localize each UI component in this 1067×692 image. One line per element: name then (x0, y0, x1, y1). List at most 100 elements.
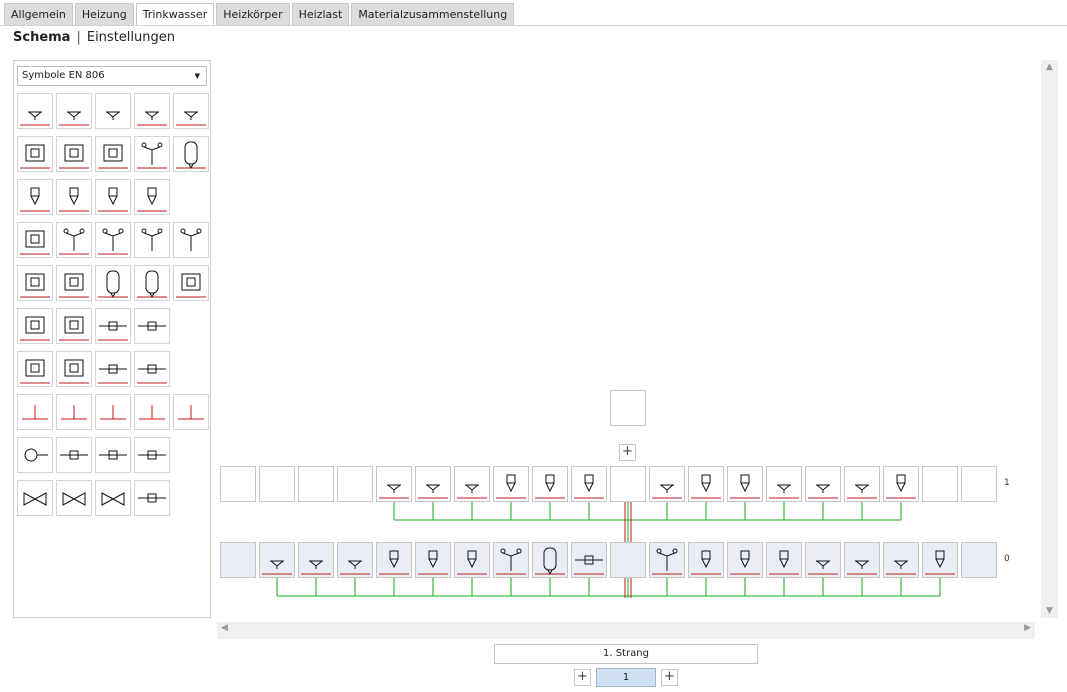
palette-symbol[interactable] (95, 437, 131, 473)
palette-symbol[interactable] (95, 93, 131, 129)
palette-symbol[interactable] (56, 179, 92, 215)
schema-cell-empty[interactable] (961, 542, 997, 578)
palette-symbol[interactable] (95, 308, 131, 344)
schema-cell-washbasin[interactable] (337, 542, 373, 578)
palette-symbol[interactable] (134, 437, 170, 473)
schema-cell-empty[interactable] (337, 466, 373, 502)
horizontal-scrollbar[interactable]: ◀ ▶ (217, 622, 1035, 639)
palette-symbol[interactable] (95, 222, 131, 258)
schema-cell-washbasin[interactable] (415, 466, 451, 502)
schema-cell-empty[interactable] (259, 466, 295, 502)
schema-cell-bidet[interactable] (727, 466, 763, 502)
schema-cell-wc[interactable] (493, 466, 529, 502)
schema-cell-washbasin[interactable] (805, 466, 841, 502)
palette-symbol[interactable] (95, 480, 131, 516)
vertical-scrollbar[interactable]: ▲ ▼ (1041, 60, 1058, 618)
tab-allgemein[interactable]: Allgemein (4, 3, 73, 26)
palette-symbol[interactable] (173, 136, 209, 172)
schema-cell-riser[interactable] (610, 466, 646, 502)
schema-cell-shower[interactable] (649, 542, 685, 578)
palette-symbol[interactable] (134, 265, 170, 301)
palette-symbol[interactable] (134, 136, 170, 172)
palette-symbol[interactable] (17, 265, 53, 301)
schema-cell-washbasin[interactable] (298, 542, 334, 578)
palette-symbol[interactable] (95, 394, 131, 430)
palette-symbol[interactable] (173, 265, 209, 301)
palette-symbol[interactable] (134, 93, 170, 129)
settings-link[interactable]: Einstellungen (87, 30, 175, 45)
palette-symbol[interactable] (56, 308, 92, 344)
schema-cell-wc[interactable] (376, 542, 412, 578)
scroll-right-icon[interactable]: ▶ (1024, 623, 1031, 633)
schema-cell-washbasin[interactable] (844, 542, 880, 578)
schema-cell-shower[interactable] (493, 542, 529, 578)
schema-cell-washbasin[interactable] (844, 466, 880, 502)
tab-heizk-rper[interactable]: Heizkörper (216, 3, 290, 26)
scroll-up-icon[interactable]: ▲ (1041, 62, 1058, 72)
palette-symbol[interactable] (95, 265, 131, 301)
palette-symbol[interactable] (56, 265, 92, 301)
palette-symbol[interactable] (17, 308, 53, 344)
add-strang-after-button[interactable]: + (661, 669, 678, 686)
palette-symbol[interactable] (134, 222, 170, 258)
palette-symbol[interactable] (56, 437, 92, 473)
palette-symbol[interactable] (56, 394, 92, 430)
schema-cell-empty[interactable] (922, 466, 958, 502)
schema-cell-washbasin[interactable] (883, 542, 919, 578)
schema-cell-meter[interactable] (571, 542, 607, 578)
palette-symbol[interactable] (17, 93, 53, 129)
palette-symbol[interactable] (56, 480, 92, 516)
schema-cell-bidet[interactable] (688, 542, 724, 578)
palette-symbol[interactable] (17, 222, 53, 258)
tab-heizung[interactable]: Heizung (74, 3, 134, 26)
tab-materialzusammenstellung[interactable]: Materialzusammenstellung (351, 3, 515, 26)
schema-cell-washbasin[interactable] (766, 466, 802, 502)
palette-symbol[interactable] (134, 179, 170, 215)
palette-symbol[interactable] (56, 93, 92, 129)
tab-heizlast[interactable]: Heizlast (291, 3, 350, 26)
schema-cell-bidet[interactable] (727, 542, 763, 578)
schema-cell-washbasin[interactable] (649, 466, 685, 502)
palette-symbol[interactable] (134, 480, 170, 516)
schema-cell-tank[interactable] (532, 542, 568, 578)
schema-cell-wc[interactable] (415, 542, 451, 578)
palette-symbol[interactable] (56, 136, 92, 172)
scroll-down-icon[interactable]: ▼ (1041, 606, 1058, 616)
palette-symbol[interactable] (173, 394, 209, 430)
schema-cell-wc[interactable] (571, 466, 607, 502)
schema-cell-wc[interactable] (883, 466, 919, 502)
schema-cell-empty[interactable] (220, 542, 256, 578)
strang-page-button[interactable]: 1 (596, 668, 656, 687)
palette-symbol[interactable] (134, 394, 170, 430)
palette-symbol[interactable] (17, 179, 53, 215)
palette-symbol[interactable] (17, 480, 53, 516)
schema-cell-empty[interactable] (220, 466, 256, 502)
schema-cell-wc[interactable] (922, 542, 958, 578)
palette-symbol[interactable] (95, 136, 131, 172)
schema-cell-washbasin[interactable] (259, 542, 295, 578)
schema-cell-riser[interactable] (610, 542, 646, 578)
schema-cell-washbasin[interactable] (376, 466, 412, 502)
schema-link[interactable]: Schema (13, 30, 70, 45)
add-strang-before-button[interactable]: + (574, 669, 591, 686)
palette-symbol[interactable] (56, 351, 92, 387)
palette-symbol[interactable] (134, 308, 170, 344)
schema-cell-washbasin[interactable] (805, 542, 841, 578)
palette-symbol[interactable] (134, 351, 170, 387)
palette-symbol[interactable] (56, 222, 92, 258)
palette-symbol[interactable] (95, 179, 131, 215)
palette-symbol[interactable] (17, 394, 53, 430)
schema-cell-empty[interactable] (961, 466, 997, 502)
schema-cell-washbasin[interactable] (454, 466, 490, 502)
schema-canvas[interactable]: +1 0 (217, 60, 1037, 620)
symbol-set-select[interactable]: Symbole EN 806 ▼ (17, 66, 207, 86)
palette-symbol[interactable] (95, 351, 131, 387)
schema-cell-empty[interactable] (298, 466, 334, 502)
schema-cell-bidet[interactable] (688, 466, 724, 502)
tab-trinkwasser[interactable]: Trinkwasser (135, 3, 215, 26)
schema-cell-wc[interactable] (454, 542, 490, 578)
palette-symbol[interactable] (17, 136, 53, 172)
schema-cell-bidet[interactable] (766, 542, 802, 578)
palette-symbol[interactable] (17, 437, 53, 473)
palette-symbol[interactable] (173, 222, 209, 258)
